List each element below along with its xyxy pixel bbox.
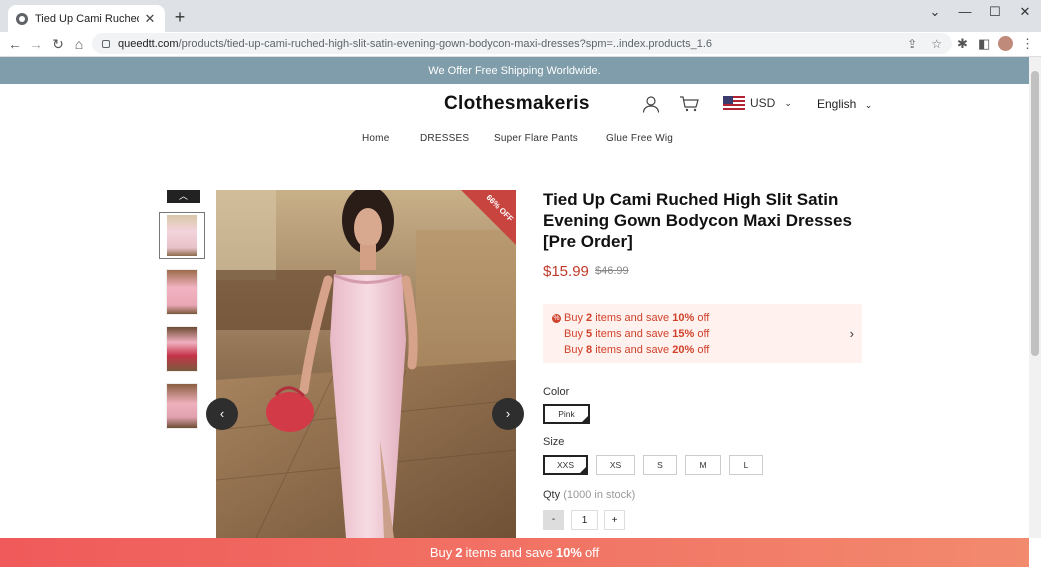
product-main-image[interactable]: 66% OFF [216, 190, 516, 538]
forward-icon[interactable]: → [27, 36, 45, 52]
extensions-icon[interactable]: ✱ [957, 36, 968, 52]
menu-item-dresses[interactable]: DRESSES [420, 133, 469, 144]
next-image-button[interactable]: › [492, 398, 524, 430]
size-option-xxs[interactable]: XXS [543, 455, 588, 475]
chevron-down-icon: ⌄ [864, 100, 873, 110]
product-thumbnail[interactable] [166, 383, 198, 429]
share-icon[interactable]: ⇪ [907, 37, 917, 51]
shipping-banner: We Offer Free Shipping Worldwide. [0, 57, 1029, 84]
bulk-offer-item: Buy 2 items and save 10% off [564, 312, 710, 324]
home-icon[interactable]: ⌂ [70, 36, 88, 52]
bulk-offer-item: Buy 5 items and save 15% off [564, 328, 710, 340]
language-label: English [817, 97, 857, 111]
discount-icon: % [552, 314, 561, 323]
browser-tab-strip: Tied Up Cami Ruched High Slit S ✕ + ⌄ — … [0, 0, 1041, 32]
url-host: queedtt.com [118, 37, 179, 50]
product-photo: 66% OFF [216, 190, 516, 538]
profile-avatar[interactable] [998, 36, 1013, 51]
url-path: /products/tied-up-cami-ruched-high-slit-… [178, 37, 712, 50]
scrollbar-thumb[interactable] [1031, 71, 1039, 356]
quantity-decrease-button[interactable]: - [543, 510, 564, 530]
size-option-xs[interactable]: XS [596, 455, 635, 475]
color-label: Color [543, 386, 570, 398]
tab-title: Tied Up Cami Ruched High Slit S [35, 12, 139, 25]
bookmark-star-icon[interactable]: ☆ [931, 37, 942, 51]
product-price: $15.99 [543, 263, 589, 280]
back-icon[interactable]: ← [6, 36, 24, 52]
us-flag-icon [723, 96, 745, 110]
address-bar[interactable]: queedtt.com/products/tied-up-cami-ruched… [92, 33, 952, 54]
reload-icon[interactable]: ↻ [49, 36, 67, 52]
size-option-l[interactable]: L [729, 455, 763, 475]
size-option-s[interactable]: S [643, 455, 677, 475]
tab-search-icon[interactable]: ⌄ [921, 4, 949, 20]
lock-icon [102, 39, 110, 48]
chevron-down-icon: ⌄ [784, 97, 792, 108]
favicon-icon [16, 12, 28, 25]
quantity-label: Qty (1000 in stock) [543, 489, 636, 501]
product-thumbnail[interactable] [166, 269, 198, 315]
size-label: Size [543, 436, 565, 448]
product-thumbnail[interactable] [159, 212, 205, 259]
size-option-m[interactable]: M [685, 455, 721, 475]
close-tab-icon[interactable]: ✕ [143, 11, 157, 27]
close-window-icon[interactable]: ✕ [1011, 4, 1039, 20]
bulk-discount-panel[interactable]: % Buy 2 items and save 10% off Buy 5 ite… [543, 304, 862, 363]
browser-toolbar: ← → ↻ ⌂ queedtt.com/products/tied-up-cam… [0, 32, 1041, 57]
minimize-icon[interactable]: — [951, 4, 979, 19]
chrome-menu-icon[interactable]: ⋮ [1021, 36, 1034, 52]
account-icon[interactable] [642, 95, 660, 113]
quantity-input[interactable]: 1 [571, 510, 598, 530]
original-price: $46.99 [595, 265, 629, 277]
menu-item-glue-free-wig[interactable]: Glue Free Wig [606, 133, 673, 144]
cart-icon[interactable] [679, 96, 699, 112]
menu-item-home[interactable]: Home [362, 133, 389, 144]
side-panel-icon[interactable]: ◧ [978, 36, 990, 52]
product-thumbnail[interactable] [166, 326, 198, 372]
thumbnail-scroll-up-button[interactable]: ︿ [167, 190, 200, 203]
stock-count: (1000 in stock) [563, 489, 636, 501]
currency-selector[interactable]: USD ⌄ [723, 96, 792, 110]
previous-image-button[interactable]: ‹ [206, 398, 238, 430]
currency-label: USD [750, 96, 776, 110]
bulk-promo-bar[interactable]: Buy 2 items and save 10% off [0, 538, 1029, 567]
new-tab-icon[interactable]: + [172, 7, 188, 28]
menu-item-super-flare-pants[interactable]: Super Flare Pants [494, 133, 578, 144]
language-selector[interactable]: English ⌄ [817, 97, 872, 111]
quantity-increase-button[interactable]: + [604, 510, 625, 530]
page-scrollbar[interactable] [1029, 57, 1041, 538]
chevron-right-icon[interactable]: › [850, 326, 854, 341]
maximize-icon[interactable]: ☐ [981, 4, 1009, 20]
bulk-offer-item: Buy 8 items and save 20% off [564, 344, 710, 356]
product-title: Tied Up Cami Ruched High Slit Satin Even… [543, 190, 852, 251]
color-option-pink[interactable]: Pink [543, 404, 590, 424]
site-logo[interactable]: Clothesmakeris [444, 93, 590, 115]
browser-tab[interactable]: Tied Up Cami Ruched High Slit S ✕ [8, 5, 165, 32]
